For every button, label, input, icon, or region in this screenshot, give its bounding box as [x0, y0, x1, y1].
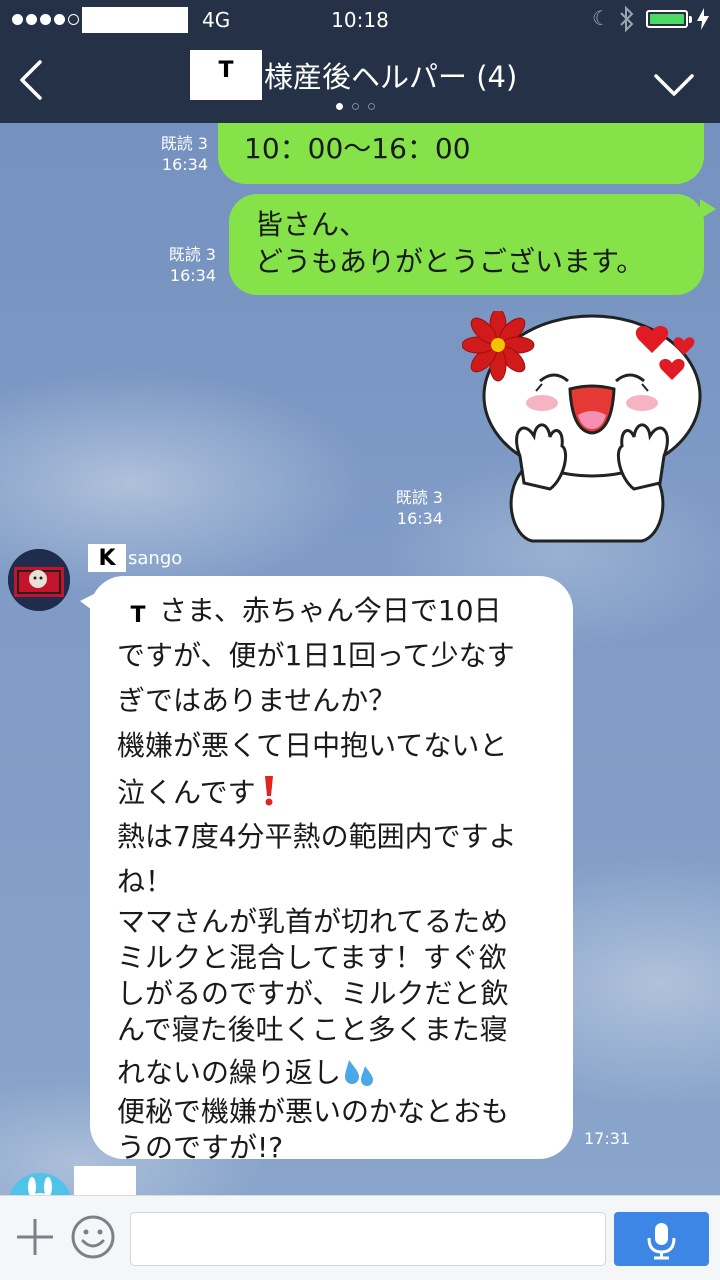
battery-icon: [646, 10, 692, 28]
sender-name-rest: sango: [128, 547, 183, 569]
redacted-name: T: [117, 600, 159, 630]
read-label: 既読 3: [160, 134, 208, 153]
message-text-line: 便秘で機嫌が悪いのかなとおも: [117, 1095, 510, 1128]
avatar[interactable]: [8, 549, 70, 611]
avatar-bunny-icon: [8, 1173, 72, 1195]
message-text-line: しがるのですが、ミルクだと飲: [117, 977, 509, 1010]
message-text-line: ママさんが乳首が切れてるため: [117, 905, 509, 938]
back-chevron-icon[interactable]: [14, 54, 54, 104]
read-label: 既読 3: [395, 488, 443, 507]
chat-header: T 様産後ヘルパー (4): [0, 40, 720, 123]
page-dot: [352, 103, 359, 110]
page-dot: [368, 103, 375, 110]
message-text-line: 熱は7度4分平熱の範囲内ですよ: [117, 820, 517, 853]
message-time: 17:31: [584, 1129, 631, 1148]
read-receipt: 既読 3 16:34: [385, 487, 443, 529]
status-time: 10:18: [331, 8, 389, 32]
message-time: 16:34: [169, 266, 216, 285]
message-text-line: ぎではありませんか？: [117, 684, 397, 717]
bluetooth-icon: [620, 5, 634, 33]
message-text: 10：00〜16：00: [244, 132, 471, 165]
incoming-message[interactable]: T さま、赤ちゃん今日で10日 ですが、便が1日1回って少なす ぎではありませんか…: [90, 576, 573, 1164]
dropdown-chevron-icon[interactable]: [652, 64, 696, 104]
page-dot-active: [336, 103, 343, 110]
message-composer: [0, 1195, 720, 1280]
message-text-line: うのですが!?: [117, 1131, 284, 1164]
message-text-line: 皆さん、: [255, 208, 368, 241]
message-text-line: ね！: [117, 865, 174, 898]
message-text-line: 泣くんです: [117, 768, 555, 814]
message-time: 16:34: [161, 155, 208, 174]
message-text-line: どうもありがとうございます。: [255, 245, 645, 278]
message-text-line: んで寝た後吐くこと多くまた寝: [117, 1013, 508, 1046]
message-text-line: ですが、便が1日1回って少なす: [117, 639, 515, 672]
read-label: 既読 3: [168, 245, 216, 264]
read-receipt: 既読 3 16:34: [150, 133, 208, 175]
page-indicator: [336, 103, 375, 110]
bubble-tail: [700, 199, 716, 219]
chat-title-text: 様産後ヘルパー (4): [264, 60, 518, 94]
message-text-line: T さま、赤ちゃん今日で10日: [117, 588, 555, 633]
redacted-sender-name: [74, 1166, 136, 1195]
moon-icon: ☾: [592, 6, 610, 30]
message-input[interactable]: [130, 1212, 606, 1266]
avatar-photo-icon: [8, 549, 70, 611]
plus-icon[interactable]: [14, 1216, 56, 1258]
message-text-line: 機嫌が悪くて日中抱いてないと: [117, 729, 508, 762]
charging-icon: [697, 8, 709, 30]
outgoing-message[interactable]: 皆さん、 どうもありがとうございます。: [229, 194, 704, 295]
message-text-line: れないの繰り返し: [117, 1048, 555, 1094]
avatar[interactable]: [8, 1173, 72, 1195]
message-time: 16:34: [396, 509, 443, 528]
sweat-droplets-emoji: [345, 1060, 374, 1086]
exclamation-emoji: [264, 776, 273, 806]
sender-name: K sango: [88, 544, 182, 572]
redacted-sender-initial: K: [88, 544, 126, 572]
microphone-button[interactable]: [614, 1212, 709, 1266]
read-receipt: 既読 3 16:34: [158, 244, 216, 286]
status-bar: 4G 10:18 ☾: [0, 0, 720, 40]
smiling-moon-flower-hearts-sticker[interactable]: [462, 311, 712, 543]
outgoing-message[interactable]: 10：00〜16：00: [218, 123, 704, 184]
chat-area[interactable]: 10：00〜16：00 既読 3 16:34 皆さん、 どうもありがとうございま…: [0, 123, 720, 1195]
redacted-title-name: T: [190, 50, 262, 100]
microphone-icon: [647, 1223, 676, 1260]
chat-title[interactable]: T 様産後ヘルパー (4): [190, 50, 517, 100]
smiley-icon[interactable]: [70, 1214, 116, 1260]
message-text-line: ミルクと混合してます！すぐ欲: [117, 941, 507, 974]
